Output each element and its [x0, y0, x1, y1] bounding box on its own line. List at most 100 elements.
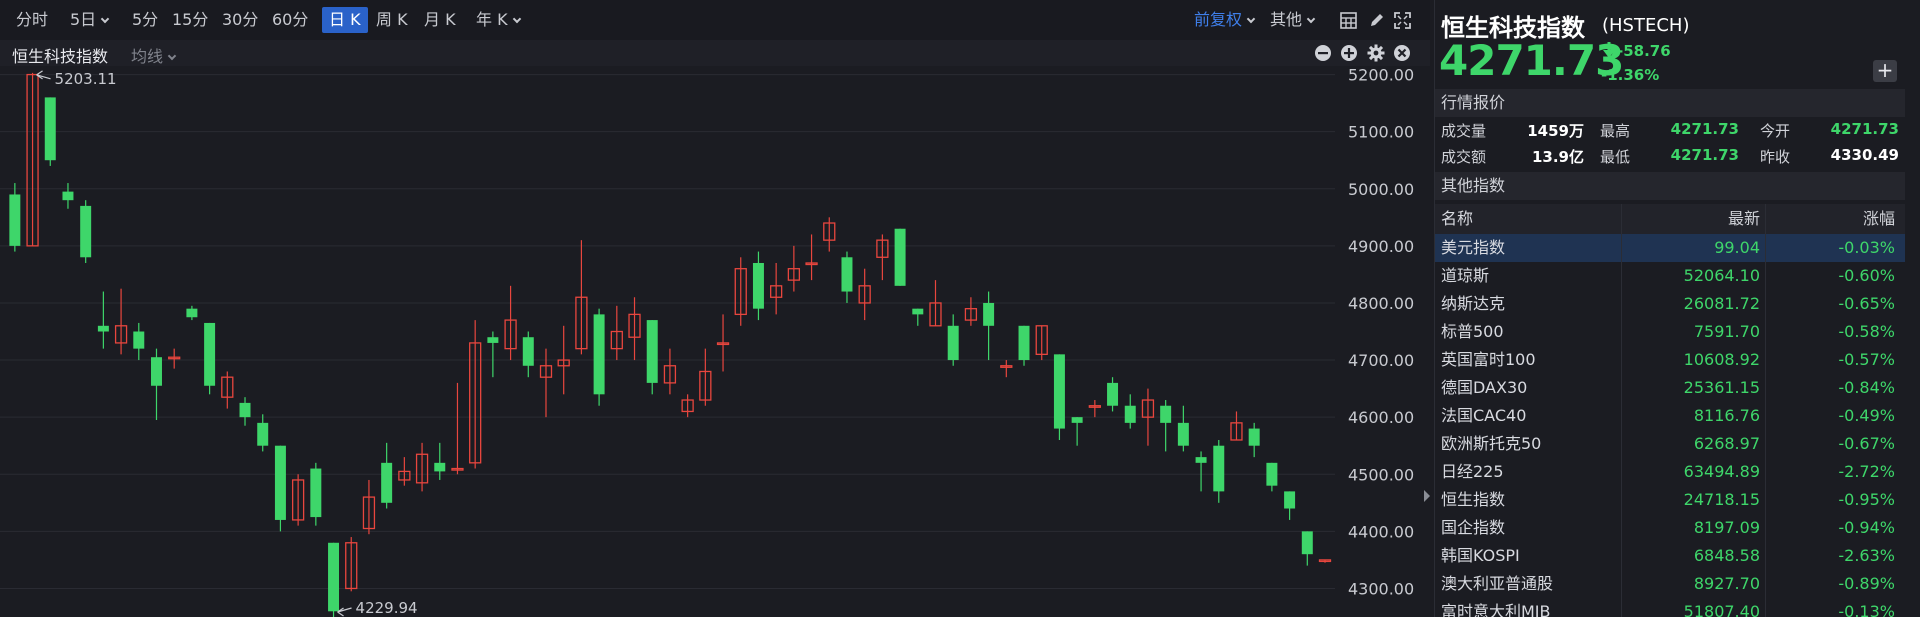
- column-divider: [1765, 262, 1766, 290]
- quote-value: 1459万: [1527, 122, 1584, 140]
- fullscreen-icon[interactable]: [1394, 12, 1411, 29]
- candle-body: [310, 468, 322, 518]
- candle: [239, 397, 251, 426]
- table-row[interactable]: 标普500 7591.70 -0.58%: [1435, 318, 1905, 346]
- column-divider: [1621, 598, 1622, 617]
- candle-body: [434, 462, 446, 472]
- candlestick-chart[interactable]: 5200.00 5100.00 5000.00 4900.00 4800.00 4700.…: [0, 66, 1425, 617]
- candle: [97, 291, 109, 349]
- collapse-panel-icon[interactable]: [1422, 488, 1432, 504]
- candle-body: [328, 542, 340, 612]
- period-tab-5[interactable]: 60分: [268, 7, 312, 33]
- index-chg: -0.84%: [1838, 378, 1895, 397]
- table-row[interactable]: 纳斯达克 26081.72 -0.65%: [1435, 290, 1905, 318]
- period-tab-8[interactable]: 月 K: [420, 7, 460, 33]
- other-indices-header: 其他指数: [1435, 172, 1905, 200]
- candle: [221, 371, 234, 409]
- quote-label: 成交额: [1441, 148, 1487, 166]
- y-tick-label: 5100.00: [1348, 123, 1414, 142]
- y-axis-ticks: 5200.00 5100.00 5000.00 4900.00 4800.00 4700.…: [1348, 66, 1414, 598]
- candle: [1266, 462, 1278, 492]
- candle: [62, 183, 74, 209]
- ma-dropdown[interactable]: 均线: [131, 43, 177, 67]
- table-row[interactable]: 澳大利亚普通股 8927.70 -0.89%: [1435, 570, 1905, 598]
- candle: [983, 291, 995, 361]
- table-row[interactable]: 日经225 63494.89 -2.72%: [1435, 458, 1905, 486]
- table-row[interactable]: 道琼斯 52064.10 -0.60%: [1435, 262, 1905, 290]
- table-row[interactable]: 德国DAX30 25361.15 -0.84%: [1435, 374, 1905, 402]
- period-toolbar: 分时 5日 5分 15分 30分 60分 日 K 周 K 月 K 年 K 前复权 其他: [0, 0, 1430, 40]
- col-last-header[interactable]: 最新: [1728, 204, 1760, 234]
- table-row[interactable]: 英国富时100 10608.92 -0.57%: [1435, 346, 1905, 374]
- y-tick-label: 5200.00: [1348, 66, 1414, 85]
- column-divider: [1621, 290, 1622, 318]
- table-row[interactable]: 国企指数 8197.09 -0.94%: [1435, 514, 1905, 542]
- grid-icon[interactable]: [1340, 12, 1357, 29]
- period-tab-3[interactable]: 15分: [168, 7, 212, 33]
- index-chg: -0.89%: [1838, 574, 1895, 593]
- table-row[interactable]: 法国CAC40 8116.76 -0.49%: [1435, 402, 1905, 430]
- candle-body: [522, 337, 534, 366]
- candle: [26, 72, 39, 247]
- candle-body: [1195, 457, 1207, 463]
- period-tab-9[interactable]: 年 K: [472, 7, 524, 33]
- index-last: 51807.40: [1683, 602, 1760, 617]
- candle: [1071, 417, 1083, 446]
- period-tab-7[interactable]: 周 K: [372, 7, 412, 33]
- index-chg: -0.13%: [1838, 602, 1895, 617]
- index-chg: -0.67%: [1838, 434, 1895, 453]
- candle: [823, 217, 836, 252]
- candle: [522, 331, 534, 378]
- zoom-in-icon[interactable]: [1340, 44, 1358, 62]
- close-icon[interactable]: [1393, 44, 1411, 62]
- candle-body: [1177, 422, 1189, 446]
- chart-header: 恒生科技指数 均线: [0, 40, 1430, 66]
- candle: [328, 542, 340, 617]
- pen-icon[interactable]: [1368, 12, 1385, 29]
- column-divider: [1765, 486, 1766, 514]
- period-tab-2[interactable]: 5分: [128, 7, 162, 33]
- other-dropdown[interactable]: 其他: [1266, 7, 1318, 33]
- period-tab-label: 周 K: [376, 10, 408, 29]
- period-tab-1[interactable]: 5日: [66, 7, 112, 33]
- candle-body: [1266, 462, 1278, 486]
- table-row[interactable]: 富时意大利MIB 51807.40 -0.13%: [1435, 598, 1905, 617]
- period-tab-6[interactable]: 日 K: [322, 7, 368, 33]
- adjust-dropdown[interactable]: 前复权: [1190, 7, 1258, 33]
- period-tab-label: 日 K: [329, 10, 361, 29]
- chevron-down-icon: [1306, 14, 1316, 24]
- price-change-pct: -1.36%: [1601, 66, 1660, 84]
- index-last: 8116.76: [1693, 406, 1760, 425]
- candle-body: [841, 257, 853, 292]
- col-chg-header[interactable]: 涨幅: [1863, 204, 1895, 234]
- table-row[interactable]: 美元指数 99.04 -0.03%: [1435, 234, 1905, 262]
- table-row[interactable]: 恒生指数 24718.15 -0.95%: [1435, 486, 1905, 514]
- index-name: 韩国KOSPI: [1441, 546, 1520, 565]
- grid-lines: [0, 74, 1335, 589]
- y-tick-label: 4800.00: [1348, 294, 1414, 313]
- table-row[interactable]: 韩国KOSPI 6848.58 -2.63%: [1435, 542, 1905, 570]
- min-price-label: 4229.94: [356, 599, 418, 617]
- y-tick-label: 4400.00: [1348, 522, 1414, 541]
- candle: [841, 251, 853, 303]
- add-watchlist-button[interactable]: +: [1873, 60, 1897, 82]
- candle: [1230, 411, 1243, 441]
- index-chg: -2.63%: [1838, 546, 1895, 565]
- candle-body: [133, 331, 145, 349]
- candle-body: [97, 325, 109, 332]
- y-tick-label: 4500.00: [1348, 465, 1414, 484]
- period-tab-0[interactable]: 分时: [12, 7, 52, 33]
- index-name: 日经225: [1441, 462, 1504, 481]
- table-row[interactable]: 欧洲斯托克50 6268.97 -0.67%: [1435, 430, 1905, 458]
- period-tab-4[interactable]: 30分: [218, 7, 262, 33]
- index-code: (HSTECH): [1602, 15, 1690, 36]
- candle-body: [1284, 491, 1296, 509]
- candle-body: [44, 97, 56, 161]
- gear-icon[interactable]: [1367, 44, 1385, 62]
- candle: [257, 414, 269, 452]
- chevron-down-icon: [512, 14, 521, 24]
- col-name-header[interactable]: 名称: [1441, 204, 1473, 234]
- zoom-out-icon[interactable]: [1314, 44, 1332, 62]
- max-price-label: 5203.11: [55, 70, 117, 88]
- candle: [1160, 400, 1172, 452]
